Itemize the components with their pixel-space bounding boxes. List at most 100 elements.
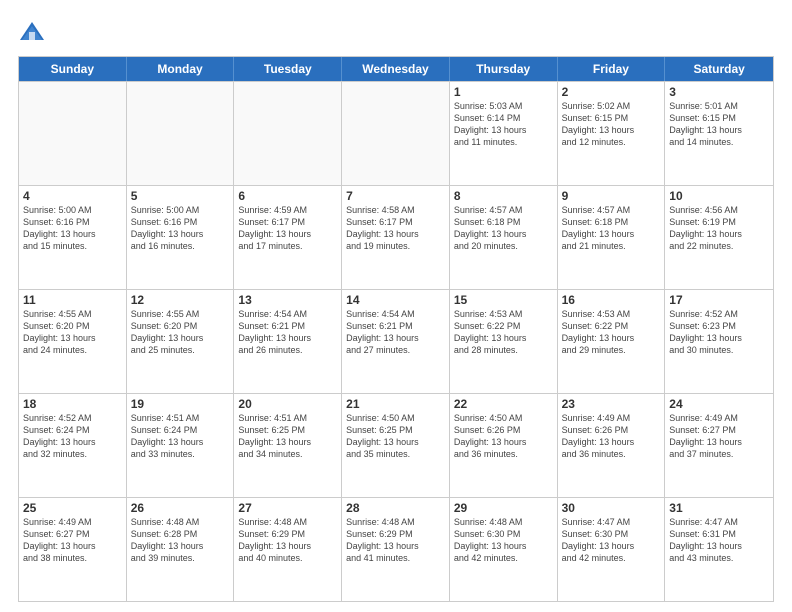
day-info: Sunrise: 4:53 AM Sunset: 6:22 PM Dayligh… bbox=[562, 308, 661, 357]
day-info: Sunrise: 4:55 AM Sunset: 6:20 PM Dayligh… bbox=[23, 308, 122, 357]
day-info: Sunrise: 4:51 AM Sunset: 6:25 PM Dayligh… bbox=[238, 412, 337, 461]
day-info: Sunrise: 4:49 AM Sunset: 6:26 PM Dayligh… bbox=[562, 412, 661, 461]
day-info: Sunrise: 4:48 AM Sunset: 6:29 PM Dayligh… bbox=[346, 516, 445, 565]
calendar-cell: 18Sunrise: 4:52 AM Sunset: 6:24 PM Dayli… bbox=[19, 394, 127, 497]
calendar-header-cell: Monday bbox=[127, 57, 235, 81]
day-number: 28 bbox=[346, 501, 445, 515]
day-info: Sunrise: 5:03 AM Sunset: 6:14 PM Dayligh… bbox=[454, 100, 553, 149]
calendar-cell: 2Sunrise: 5:02 AM Sunset: 6:15 PM Daylig… bbox=[558, 82, 666, 185]
calendar-cell: 16Sunrise: 4:53 AM Sunset: 6:22 PM Dayli… bbox=[558, 290, 666, 393]
day-info: Sunrise: 4:47 AM Sunset: 6:30 PM Dayligh… bbox=[562, 516, 661, 565]
calendar-cell: 21Sunrise: 4:50 AM Sunset: 6:25 PM Dayli… bbox=[342, 394, 450, 497]
day-info: Sunrise: 4:48 AM Sunset: 6:30 PM Dayligh… bbox=[454, 516, 553, 565]
day-info: Sunrise: 4:56 AM Sunset: 6:19 PM Dayligh… bbox=[669, 204, 769, 253]
day-info: Sunrise: 5:00 AM Sunset: 6:16 PM Dayligh… bbox=[23, 204, 122, 253]
day-number: 20 bbox=[238, 397, 337, 411]
day-info: Sunrise: 4:53 AM Sunset: 6:22 PM Dayligh… bbox=[454, 308, 553, 357]
day-info: Sunrise: 4:59 AM Sunset: 6:17 PM Dayligh… bbox=[238, 204, 337, 253]
day-info: Sunrise: 4:57 AM Sunset: 6:18 PM Dayligh… bbox=[454, 204, 553, 253]
day-info: Sunrise: 4:49 AM Sunset: 6:27 PM Dayligh… bbox=[23, 516, 122, 565]
page: SundayMondayTuesdayWednesdayThursdayFrid… bbox=[0, 0, 792, 612]
day-number: 13 bbox=[238, 293, 337, 307]
day-info: Sunrise: 4:58 AM Sunset: 6:17 PM Dayligh… bbox=[346, 204, 445, 253]
day-info: Sunrise: 5:00 AM Sunset: 6:16 PM Dayligh… bbox=[131, 204, 230, 253]
day-info: Sunrise: 4:54 AM Sunset: 6:21 PM Dayligh… bbox=[238, 308, 337, 357]
calendar-header-row: SundayMondayTuesdayWednesdayThursdayFrid… bbox=[19, 57, 773, 81]
calendar-header-cell: Thursday bbox=[450, 57, 558, 81]
day-number: 14 bbox=[346, 293, 445, 307]
day-info: Sunrise: 4:54 AM Sunset: 6:21 PM Dayligh… bbox=[346, 308, 445, 357]
calendar-cell: 25Sunrise: 4:49 AM Sunset: 6:27 PM Dayli… bbox=[19, 498, 127, 601]
day-number: 3 bbox=[669, 85, 769, 99]
day-info: Sunrise: 4:52 AM Sunset: 6:23 PM Dayligh… bbox=[669, 308, 769, 357]
calendar-cell: 20Sunrise: 4:51 AM Sunset: 6:25 PM Dayli… bbox=[234, 394, 342, 497]
day-number: 1 bbox=[454, 85, 553, 99]
calendar-row: 25Sunrise: 4:49 AM Sunset: 6:27 PM Dayli… bbox=[19, 497, 773, 601]
calendar-cell: 15Sunrise: 4:53 AM Sunset: 6:22 PM Dayli… bbox=[450, 290, 558, 393]
day-number: 21 bbox=[346, 397, 445, 411]
day-number: 11 bbox=[23, 293, 122, 307]
calendar-row: 1Sunrise: 5:03 AM Sunset: 6:14 PM Daylig… bbox=[19, 81, 773, 185]
calendar-header-cell: Saturday bbox=[665, 57, 773, 81]
calendar-cell: 8Sunrise: 4:57 AM Sunset: 6:18 PM Daylig… bbox=[450, 186, 558, 289]
calendar-cell: 24Sunrise: 4:49 AM Sunset: 6:27 PM Dayli… bbox=[665, 394, 773, 497]
logo bbox=[18, 18, 50, 46]
day-info: Sunrise: 4:55 AM Sunset: 6:20 PM Dayligh… bbox=[131, 308, 230, 357]
calendar-cell bbox=[234, 82, 342, 185]
day-number: 23 bbox=[562, 397, 661, 411]
calendar-row: 11Sunrise: 4:55 AM Sunset: 6:20 PM Dayli… bbox=[19, 289, 773, 393]
day-number: 30 bbox=[562, 501, 661, 515]
day-number: 15 bbox=[454, 293, 553, 307]
calendar-cell: 11Sunrise: 4:55 AM Sunset: 6:20 PM Dayli… bbox=[19, 290, 127, 393]
day-info: Sunrise: 4:48 AM Sunset: 6:28 PM Dayligh… bbox=[131, 516, 230, 565]
calendar-header-cell: Wednesday bbox=[342, 57, 450, 81]
calendar-cell: 29Sunrise: 4:48 AM Sunset: 6:30 PM Dayli… bbox=[450, 498, 558, 601]
calendar-cell: 3Sunrise: 5:01 AM Sunset: 6:15 PM Daylig… bbox=[665, 82, 773, 185]
day-number: 18 bbox=[23, 397, 122, 411]
day-number: 2 bbox=[562, 85, 661, 99]
calendar-cell: 5Sunrise: 5:00 AM Sunset: 6:16 PM Daylig… bbox=[127, 186, 235, 289]
day-number: 27 bbox=[238, 501, 337, 515]
day-number: 29 bbox=[454, 501, 553, 515]
calendar-row: 4Sunrise: 5:00 AM Sunset: 6:16 PM Daylig… bbox=[19, 185, 773, 289]
calendar-cell bbox=[19, 82, 127, 185]
day-number: 31 bbox=[669, 501, 769, 515]
calendar-cell: 26Sunrise: 4:48 AM Sunset: 6:28 PM Dayli… bbox=[127, 498, 235, 601]
calendar: SundayMondayTuesdayWednesdayThursdayFrid… bbox=[18, 56, 774, 602]
day-info: Sunrise: 4:51 AM Sunset: 6:24 PM Dayligh… bbox=[131, 412, 230, 461]
calendar-cell bbox=[342, 82, 450, 185]
day-number: 9 bbox=[562, 189, 661, 203]
calendar-cell: 19Sunrise: 4:51 AM Sunset: 6:24 PM Dayli… bbox=[127, 394, 235, 497]
day-number: 24 bbox=[669, 397, 769, 411]
calendar-cell bbox=[127, 82, 235, 185]
day-number: 4 bbox=[23, 189, 122, 203]
logo-icon bbox=[18, 18, 46, 46]
day-number: 16 bbox=[562, 293, 661, 307]
day-number: 10 bbox=[669, 189, 769, 203]
calendar-header-cell: Sunday bbox=[19, 57, 127, 81]
calendar-cell: 7Sunrise: 4:58 AM Sunset: 6:17 PM Daylig… bbox=[342, 186, 450, 289]
calendar-cell: 4Sunrise: 5:00 AM Sunset: 6:16 PM Daylig… bbox=[19, 186, 127, 289]
day-info: Sunrise: 4:50 AM Sunset: 6:26 PM Dayligh… bbox=[454, 412, 553, 461]
calendar-row: 18Sunrise: 4:52 AM Sunset: 6:24 PM Dayli… bbox=[19, 393, 773, 497]
day-info: Sunrise: 4:47 AM Sunset: 6:31 PM Dayligh… bbox=[669, 516, 769, 565]
calendar-cell: 17Sunrise: 4:52 AM Sunset: 6:23 PM Dayli… bbox=[665, 290, 773, 393]
calendar-cell: 10Sunrise: 4:56 AM Sunset: 6:19 PM Dayli… bbox=[665, 186, 773, 289]
calendar-cell: 30Sunrise: 4:47 AM Sunset: 6:30 PM Dayli… bbox=[558, 498, 666, 601]
day-number: 7 bbox=[346, 189, 445, 203]
day-number: 19 bbox=[131, 397, 230, 411]
day-info: Sunrise: 4:52 AM Sunset: 6:24 PM Dayligh… bbox=[23, 412, 122, 461]
day-info: Sunrise: 4:50 AM Sunset: 6:25 PM Dayligh… bbox=[346, 412, 445, 461]
day-info: Sunrise: 4:57 AM Sunset: 6:18 PM Dayligh… bbox=[562, 204, 661, 253]
calendar-header-cell: Tuesday bbox=[234, 57, 342, 81]
day-number: 5 bbox=[131, 189, 230, 203]
day-number: 22 bbox=[454, 397, 553, 411]
calendar-header-cell: Friday bbox=[558, 57, 666, 81]
day-info: Sunrise: 5:01 AM Sunset: 6:15 PM Dayligh… bbox=[669, 100, 769, 149]
calendar-cell: 13Sunrise: 4:54 AM Sunset: 6:21 PM Dayli… bbox=[234, 290, 342, 393]
day-number: 6 bbox=[238, 189, 337, 203]
day-info: Sunrise: 4:48 AM Sunset: 6:29 PM Dayligh… bbox=[238, 516, 337, 565]
day-number: 17 bbox=[669, 293, 769, 307]
day-info: Sunrise: 4:49 AM Sunset: 6:27 PM Dayligh… bbox=[669, 412, 769, 461]
calendar-cell: 9Sunrise: 4:57 AM Sunset: 6:18 PM Daylig… bbox=[558, 186, 666, 289]
